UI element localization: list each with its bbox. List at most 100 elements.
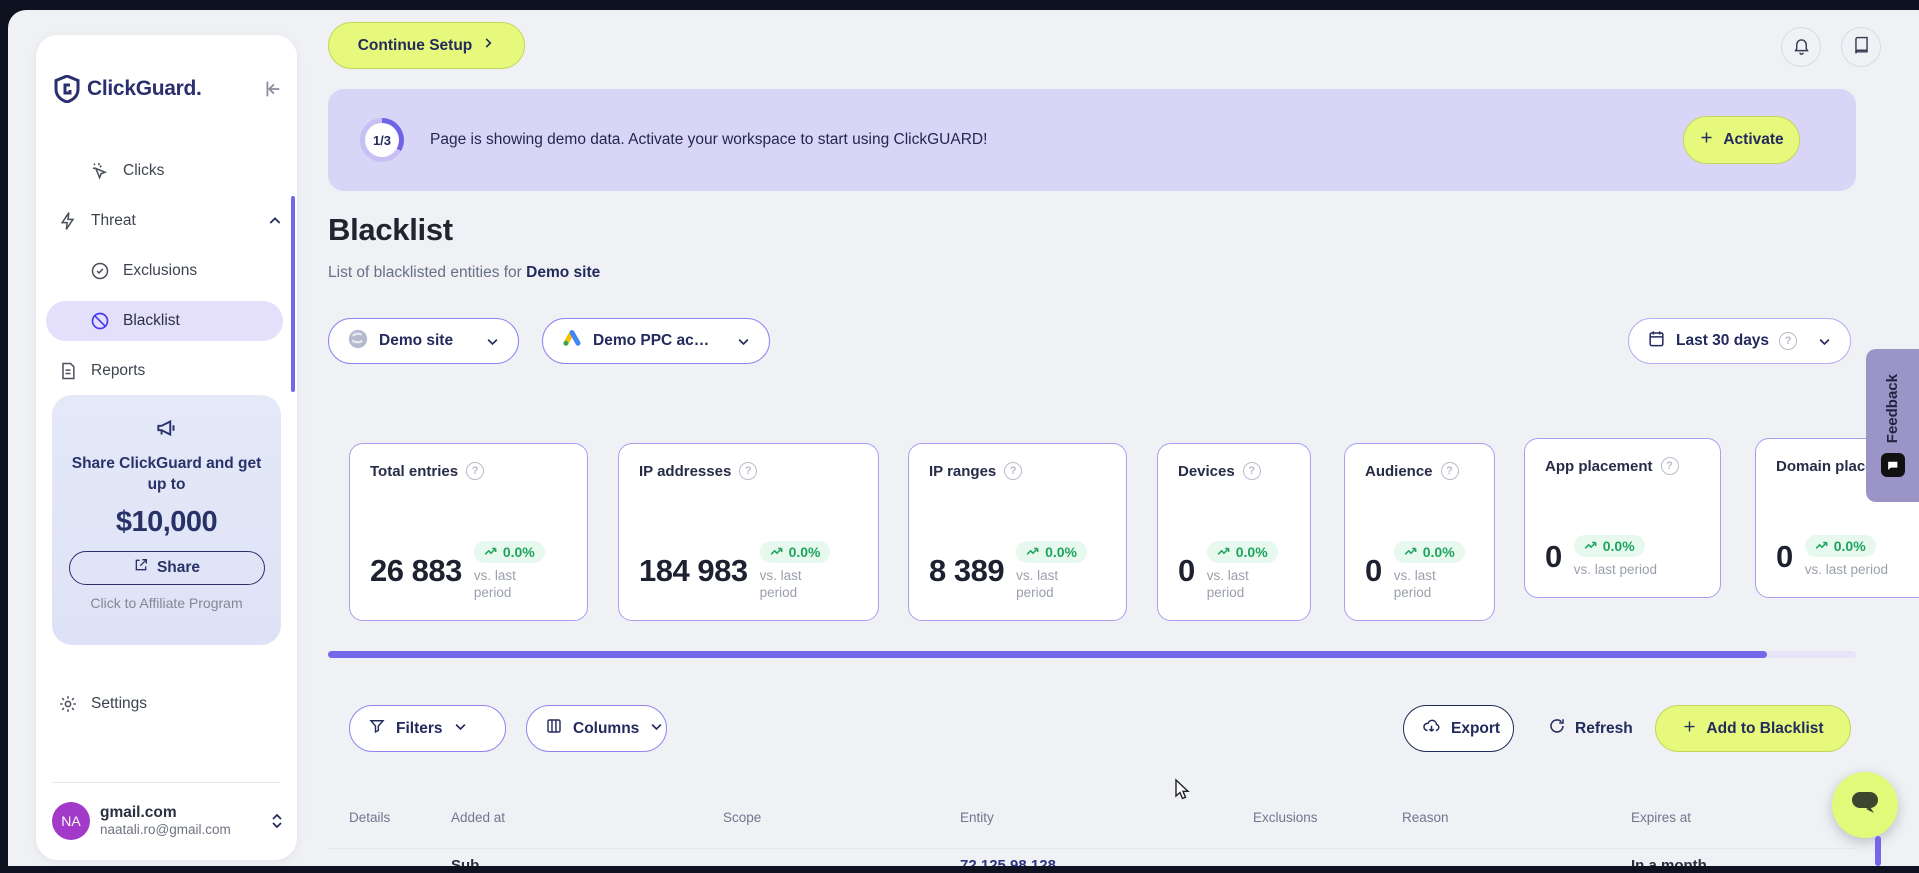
sidebar-item-label: Blacklist (123, 312, 180, 329)
chevron-down-icon (1817, 334, 1832, 349)
add-to-blacklist-button[interactable]: Add to Blacklist (1655, 705, 1851, 752)
ppc-account-value: Demo PPC ac… (593, 332, 710, 349)
stat-card-audience: Audience? 0 0.0% vs. last period (1344, 443, 1495, 621)
table-header-divider (328, 848, 1856, 849)
stat-value: 8 389 (929, 553, 1005, 589)
promo-heading: Share ClickGuard and get up to (71, 455, 262, 493)
demo-data-banner: 1/3 Page is showing demo data. Activate … (328, 89, 1856, 191)
site-selector-value: Demo site (379, 332, 454, 349)
app-window: ClickGuard. Clicks Threat Exclusions Bla… (8, 10, 1919, 866)
feedback-label: Feedback (1884, 373, 1901, 444)
cards-scrollbar-track[interactable] (328, 651, 1856, 658)
delta-badge: 0.0% (1393, 540, 1465, 563)
account-switcher[interactable]: NA gmail.com naatali.ro@gmail.com (52, 797, 285, 845)
share-button-label: Share (156, 558, 201, 576)
stat-label: IP addresses (639, 462, 732, 480)
export-button[interactable]: Export (1403, 705, 1514, 752)
table-scrollbar[interactable] (1875, 836, 1881, 866)
delta-badge: 0.0% (473, 540, 545, 563)
promo-note: Click to Affiliate Program (90, 594, 243, 611)
logo-text: ClickGuard. (87, 77, 202, 100)
banner-message: Page is showing demo data. Activate your… (430, 131, 988, 148)
date-range-value: Last 30 days (1676, 332, 1770, 349)
plus-icon (1682, 719, 1697, 739)
cloud-download-icon (1422, 717, 1441, 741)
column-header-expires-at[interactable]: Expires at (1631, 810, 1691, 825)
book-icon (1852, 36, 1871, 58)
stat-caption: vs. last period (1804, 562, 1889, 578)
chevron-up-icon[interactable] (267, 213, 283, 229)
gear-icon (58, 694, 78, 714)
site-selector[interactable]: Demo site (328, 318, 519, 364)
sidebar-item-label: Reports (91, 362, 146, 379)
stat-label: Devices (1178, 462, 1235, 480)
sidebar-item-label: Clicks (123, 162, 165, 179)
column-header-added-at[interactable]: Added at (451, 810, 505, 825)
docs-button[interactable] (1841, 27, 1881, 67)
continue-setup-label: Continue Setup (357, 36, 473, 54)
trend-up-icon (1026, 547, 1039, 555)
google-ads-icon (561, 328, 583, 355)
activate-button[interactable]: Activate (1683, 116, 1800, 164)
notifications-button[interactable] (1781, 27, 1821, 67)
sidebar-item-blacklist[interactable]: Blacklist (46, 301, 283, 341)
stat-value: 0 (1776, 539, 1793, 575)
question-circle-icon: ? (739, 462, 758, 480)
column-header-details[interactable]: Details (349, 810, 390, 825)
globe-icon (347, 328, 369, 355)
cards-scrollbar-thumb[interactable] (328, 651, 1767, 658)
settings-label: Settings (91, 695, 148, 712)
trend-up-icon (1815, 542, 1828, 550)
sidebar-item-reports[interactable]: Reports (46, 351, 283, 391)
promo-amount: $10,000 (115, 505, 218, 538)
question-circle-icon: ? (1779, 332, 1798, 350)
columns-button[interactable]: Columns (526, 705, 667, 752)
feedback-tab[interactable]: Feedback (1866, 349, 1919, 502)
stat-value: 26 883 (370, 553, 462, 589)
sidebar: ClickGuard. Clicks Threat Exclusions Bla… (36, 35, 297, 860)
mouse-cursor (1172, 778, 1194, 807)
refresh-button[interactable]: Refresh (1548, 705, 1633, 752)
trend-up-icon (1584, 542, 1597, 550)
chevron-down-icon (649, 719, 664, 739)
collapse-sidebar-icon[interactable] (261, 78, 283, 100)
column-header-exclusions[interactable]: Exclusions (1253, 810, 1318, 825)
stat-value: 0 (1365, 553, 1382, 589)
stat-card-ip-addresses: IP addresses? 184 983 0.0% vs. last peri… (618, 443, 879, 621)
affiliate-promo-card[interactable]: Share ClickGuard and get up to $10,000 S… (52, 395, 281, 645)
share-button[interactable]: Share (68, 550, 265, 585)
activate-label: Activate (1723, 131, 1784, 148)
megaphone-icon (154, 415, 180, 446)
funnel-icon (368, 717, 386, 740)
date-range-selector[interactable]: Last 30 days ? (1628, 318, 1851, 364)
sidebar-item-label: Exclusions (123, 262, 198, 279)
stat-card-total-entries: Total entries? 26 883 0.0% vs. last peri… (349, 443, 588, 621)
filters-button[interactable]: Filters (349, 705, 506, 752)
chevron-right-icon (481, 36, 495, 55)
sidebar-item-exclusions[interactable]: Exclusions (46, 251, 283, 291)
bell-icon (1792, 36, 1811, 58)
column-header-reason[interactable]: Reason (1402, 810, 1449, 825)
sidebar-item-settings[interactable]: Settings (58, 684, 147, 724)
ban-icon (90, 311, 110, 331)
question-circle-icon: ? (1660, 457, 1679, 475)
column-header-scope[interactable]: Scope (723, 810, 761, 825)
chevron-down-icon (485, 334, 500, 349)
sidebar-scrollbar[interactable] (291, 196, 295, 392)
cell-expires-at: In a month (1631, 857, 1707, 866)
stat-label: Audience (1365, 462, 1433, 480)
badge-check-icon (90, 261, 110, 281)
delta-badge: 0.0% (1016, 540, 1087, 563)
sidebar-item-clicks[interactable]: Clicks (46, 151, 283, 191)
continue-setup-button[interactable]: Continue Setup (328, 22, 525, 69)
trend-up-icon (1217, 547, 1230, 555)
chat-widget-button[interactable] (1832, 772, 1898, 838)
sidebar-item-threat[interactable]: Threat (46, 201, 283, 241)
refresh-label: Refresh (1575, 719, 1633, 737)
cell-entity[interactable]: 72.125.98.128 (960, 857, 1056, 866)
add-to-blacklist-label: Add to Blacklist (1706, 719, 1824, 737)
delta-badge: 0.0% (1804, 535, 1876, 558)
column-header-entity[interactable]: Entity (960, 810, 994, 825)
stat-card-ip-ranges: IP ranges? 8 389 0.0% vs. last period (908, 443, 1127, 621)
ppc-account-selector[interactable]: Demo PPC ac… (542, 318, 770, 364)
